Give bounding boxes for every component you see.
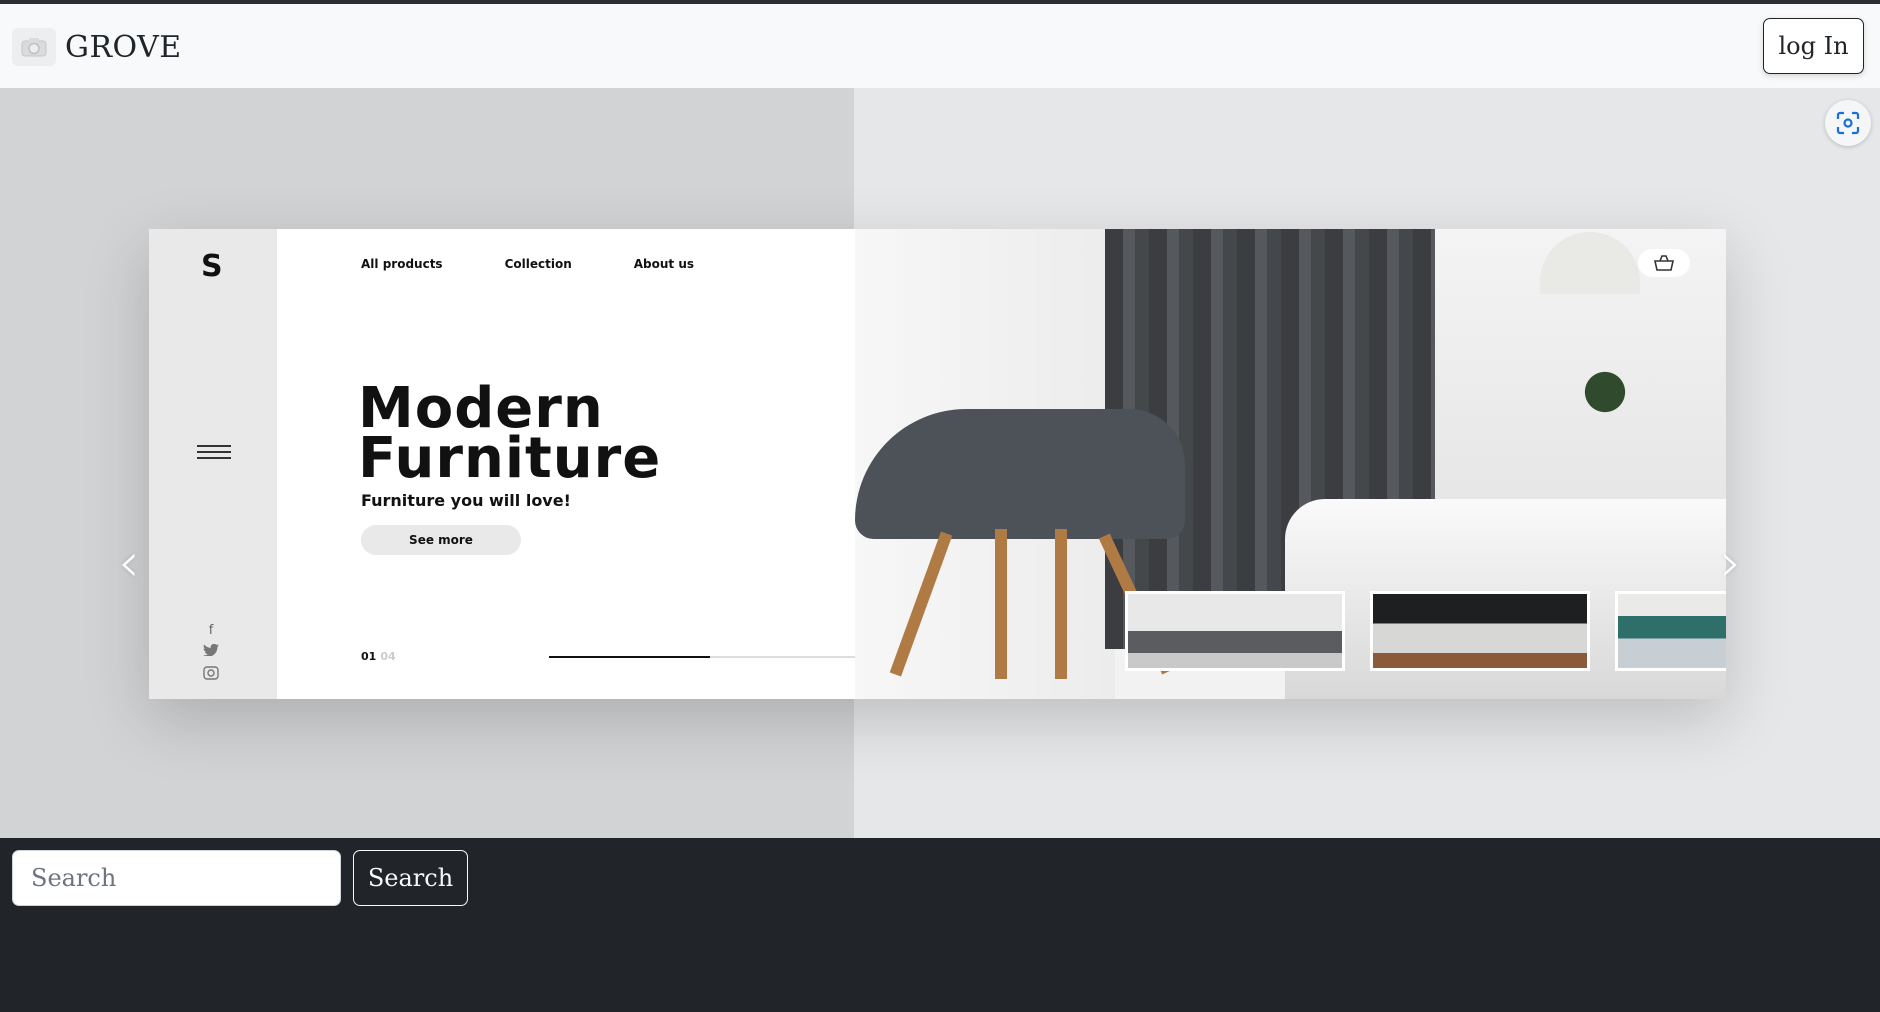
nav-all-products[interactable]: All products: [361, 257, 443, 271]
card-logo: S: [201, 249, 223, 284]
slide-current: 01: [361, 650, 377, 663]
hero-carousel: S f All products Collection About us Mod…: [0, 88, 1880, 838]
search-input[interactable]: [12, 850, 341, 906]
search-button[interactable]: Search: [353, 850, 468, 906]
card-content: All products Collection About us Modern …: [277, 229, 899, 699]
slide-progress: [549, 656, 899, 658]
brand[interactable]: GROVE: [12, 28, 182, 66]
facebook-icon[interactable]: f: [209, 623, 214, 638]
hamburger-icon[interactable]: [197, 445, 231, 463]
card-sidebar: S f: [149, 229, 277, 699]
hero-title: Modern Furniture: [358, 381, 662, 491]
nav-about-us[interactable]: About us: [634, 257, 694, 271]
slide-total: 04: [380, 650, 396, 663]
thumbnail-3[interactable]: [1615, 591, 1726, 671]
login-button[interactable]: log In: [1763, 18, 1864, 74]
thumbnail-1[interactable]: [1125, 591, 1345, 671]
twitter-icon[interactable]: [203, 643, 219, 660]
slide-progress-fill: [549, 656, 710, 658]
navbar: GROVE log In: [0, 4, 1880, 88]
hero-subtitle: Furniture you will love!: [361, 491, 571, 510]
thumbnail-2[interactable]: [1370, 591, 1590, 671]
chair-leg: [1055, 529, 1067, 679]
search-form: Search: [12, 850, 468, 906]
see-more-button[interactable]: See more: [361, 525, 521, 555]
screen-capture-icon[interactable]: [1825, 100, 1871, 146]
camera-icon: [12, 28, 56, 66]
potted-plant: [1575, 344, 1635, 424]
hero-photo: [855, 229, 1726, 699]
shopping-bag-icon[interactable]: [1638, 249, 1690, 277]
slide-counter: 01 04: [361, 650, 396, 663]
hero-slide-card: S f All products Collection About us Mod…: [149, 229, 1726, 699]
card-nav: All products Collection About us: [361, 257, 694, 271]
armchair: [855, 409, 1185, 539]
social-links: f: [203, 623, 219, 684]
hero-title-line2: Furniture: [358, 426, 662, 491]
instagram-icon[interactable]: [203, 666, 219, 684]
chevron-left-icon[interactable]: ‹: [118, 531, 140, 594]
nav-collection[interactable]: Collection: [505, 257, 572, 271]
brand-name: GROVE: [65, 29, 182, 65]
chair-leg: [995, 529, 1007, 679]
chevron-right-icon[interactable]: ›: [1720, 531, 1742, 594]
